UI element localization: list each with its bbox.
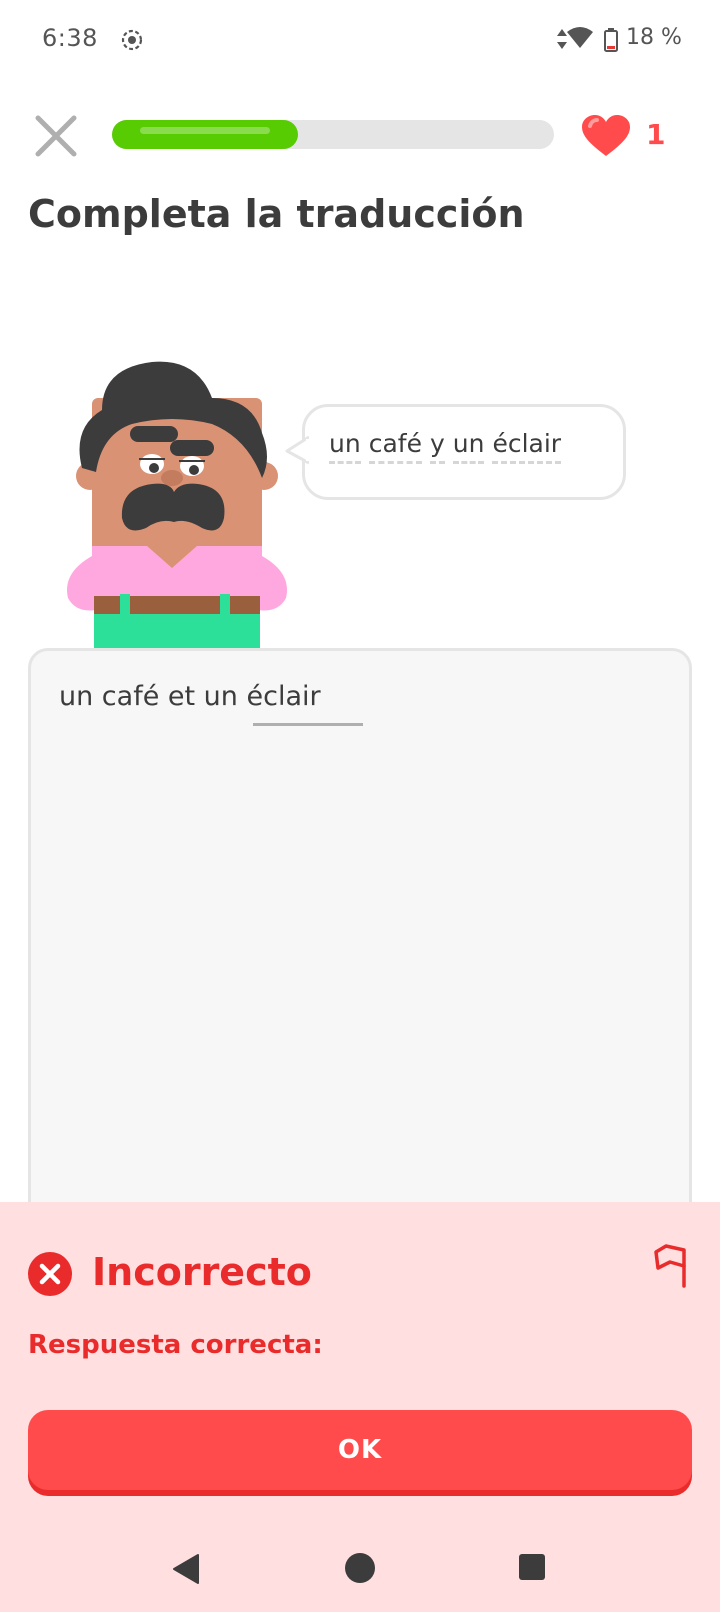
status-bar: 6:38 18 % — [0, 0, 720, 80]
bubble-word[interactable]: y — [429, 429, 445, 464]
character-illustration — [67, 361, 287, 648]
wifi-icon — [567, 27, 593, 48]
incorrect-icon — [28, 1252, 72, 1296]
bubble-sentence: un café y un éclair — [329, 429, 569, 464]
bubble-word[interactable]: un — [329, 429, 361, 464]
report-flag-icon[interactable] — [650, 1244, 690, 1288]
speech-bubble: un café y un éclair — [285, 404, 626, 500]
progress-fill — [112, 120, 298, 149]
bubble-word[interactable]: un — [452, 429, 485, 464]
screen-record-icon — [121, 29, 143, 51]
bubble-word[interactable]: éclair — [492, 429, 562, 464]
answer-text: un café et un éclair — [59, 681, 321, 712]
ok-button[interactable]: OK — [28, 1410, 692, 1490]
battery-percent: 18 % — [626, 25, 682, 50]
hearts-counter[interactable]: 1 — [580, 112, 690, 160]
hearts-count: 1 — [646, 118, 666, 151]
page-title: Completa la traducción — [28, 192, 525, 236]
status-time: 6:38 — [42, 24, 98, 52]
answer-box[interactable]: un café et un éclair — [28, 648, 692, 1248]
recents-icon[interactable] — [517, 1552, 547, 1582]
feedback-title: Incorrecto — [92, 1250, 312, 1294]
correct-answer-label: Respuesta correcta: — [28, 1330, 323, 1360]
bubble-word[interactable]: café — [368, 429, 422, 464]
answer-blank-underline — [253, 723, 363, 726]
close-icon[interactable] — [30, 110, 82, 162]
home-icon[interactable] — [343, 1551, 377, 1585]
bubble-tail — [285, 435, 309, 465]
battery-icon — [604, 28, 618, 52]
progress-shine — [140, 127, 270, 134]
heart-icon — [582, 115, 630, 156]
lesson-screen: 6:38 18 % 1 Completa la traducción un ca… — [0, 0, 720, 1612]
progress-bar — [112, 120, 554, 149]
back-icon[interactable] — [170, 1552, 204, 1586]
